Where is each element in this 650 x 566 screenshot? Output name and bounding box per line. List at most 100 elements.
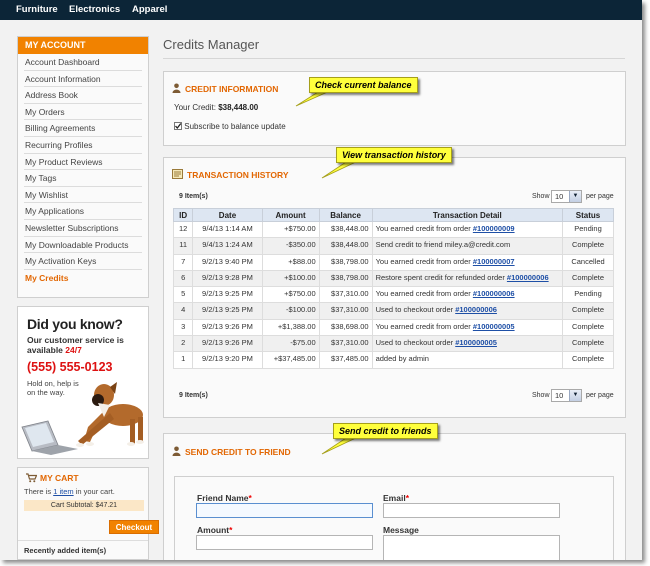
row-date-text: 9/2/13 9:28 PM — [202, 272, 253, 282]
per-page-label: per page — [586, 392, 614, 399]
account-menu-item[interactable]: My Activation Keys — [24, 253, 142, 270]
row-status: Pending — [562, 220, 614, 239]
row-balance: $38,698.00 — [318, 318, 373, 337]
column-header[interactable]: Amount — [261, 208, 320, 222]
account-menu-item[interactable]: My Orders — [24, 104, 142, 121]
row-detail: You earned credit from order #100000009 — [371, 220, 564, 239]
order-link[interactable]: #100000006 — [455, 305, 497, 314]
top-nav: Furniture Electronics Apparel — [0, 0, 642, 20]
cart-summary: There is 1 item in your cart. — [24, 487, 115, 496]
row-amount: -$75.00 — [261, 335, 320, 353]
per-page-select[interactable]: 10 ▼ — [551, 389, 582, 402]
column-header[interactable]: Date — [192, 208, 263, 222]
table-row: 2 9/2/13 9:26 PM -$75.00 $37,310.00 Used to … — [172, 335, 614, 353]
row-date-text: 9/2/13 9:25 PM — [202, 305, 253, 315]
row-balance-text: $38,448.00 — [331, 240, 369, 250]
row-detail: Used to checkout order #100000005 — [371, 335, 564, 353]
send-credit-heading: SEND CREDIT TO FRIEND — [172, 446, 291, 457]
row-amount-text: -$350.00 — [286, 240, 316, 250]
row-detail: Used to checkout order #100000006 — [371, 302, 564, 320]
order-link[interactable]: #100000005 — [473, 322, 515, 331]
row-amount: -$100.00 — [261, 302, 320, 320]
title-divider — [163, 58, 625, 59]
row-balance: $37,310.00 — [318, 302, 373, 320]
row-detail-text: You earned credit from order — [375, 289, 473, 299]
table-row: 1 9/2/13 9:20 PM +$37,485.00 $37,485.00 adde… — [172, 351, 614, 369]
account-menu-item[interactable]: My Tags — [24, 170, 142, 187]
row-amount-text: -$100.00 — [286, 305, 316, 315]
row-detail-text: Restore spent credit for refunded order — [375, 272, 507, 282]
column-header[interactable]: Transaction Detail — [371, 208, 564, 222]
nav-apparel[interactable]: Apparel — [132, 4, 167, 15]
account-menu-item[interactable]: My Credits — [24, 270, 142, 287]
table-row: 6 9/2/13 9:28 PM +$100.00 $38,798.00 Restore… — [172, 269, 614, 288]
row-id-text: 1 — [181, 354, 186, 364]
account-menu-item[interactable]: My Wishlist — [24, 187, 142, 204]
page-frame: Furniture Electronics Apparel MY ACCOUNT… — [0, 0, 642, 560]
account-menu-item[interactable]: Account Dashboard — [24, 54, 142, 71]
message-label: Message — [383, 525, 419, 535]
account-menu-item[interactable]: Recurring Profiles — [24, 137, 142, 154]
row-amount-text: +$1,388.00 — [277, 321, 316, 331]
callout-send-credit: Send credit to friends — [333, 423, 438, 439]
column-header[interactable]: Balance — [318, 208, 373, 222]
account-menu: MY ACCOUNT Account Dashboard Account Info… — [17, 36, 149, 298]
account-menu-item[interactable]: Billing Agreements — [24, 120, 142, 137]
nav-furniture[interactable]: Furniture — [16, 4, 58, 15]
promo-title: Did you know? — [27, 316, 123, 332]
cart-line-prefix: There is — [24, 487, 54, 496]
row-date: 9/2/13 9:20 PM — [192, 351, 263, 369]
message-textarea[interactable] — [383, 535, 560, 560]
promo-line1: Our customer service is — [27, 335, 124, 345]
row-id: 12 — [172, 220, 194, 239]
friend-name-label: Friend Name* — [197, 493, 252, 503]
account-menu-item[interactable]: Account Information — [24, 71, 142, 88]
your-credit: Your Credit: $38,448.00 — [174, 103, 258, 112]
account-menu-item[interactable]: Newsletter Subscriptions — [24, 220, 142, 237]
order-link[interactable]: #100000009 — [473, 224, 515, 233]
account-menu-item[interactable]: My Downloadable Products — [24, 237, 142, 254]
row-amount-text: -$75.00 — [290, 338, 316, 348]
transaction-history-heading: TRANSACTION HISTORY — [172, 169, 289, 180]
column-header[interactable]: ID — [172, 208, 194, 222]
order-link[interactable]: #100000006 — [507, 273, 549, 282]
row-balance: $37,310.00 — [318, 286, 373, 304]
account-menu-item[interactable]: My Product Reviews — [24, 154, 142, 171]
row-id-text: 7 — [181, 256, 186, 266]
nav-electronics[interactable]: Electronics — [69, 4, 120, 15]
row-status-text: Cancelled — [571, 256, 605, 266]
row-status: Complete — [562, 269, 614, 288]
column-header[interactable]: Status — [562, 208, 614, 222]
row-amount-text: +$100.00 — [284, 272, 316, 282]
account-menu-item[interactable]: Address Book — [24, 87, 142, 104]
row-detail: You earned credit from order #100000006 — [371, 286, 564, 304]
per-page-value: 10 — [555, 391, 564, 400]
checkout-button[interactable]: Checkout — [109, 520, 159, 534]
row-balance-text: $38,798.00 — [331, 272, 369, 282]
account-menu-item[interactable]: My Applications — [24, 203, 142, 220]
callout-view-history: View transaction history — [336, 147, 452, 163]
email-input[interactable] — [383, 503, 560, 518]
recently-added-heading: Recently added item(s) — [18, 540, 148, 560]
row-id: 7 — [172, 253, 194, 271]
order-link[interactable]: #100000006 — [473, 289, 515, 298]
amount-input[interactable] — [196, 535, 373, 550]
subscribe-checkbox[interactable] — [174, 122, 182, 130]
order-link[interactable]: #100000007 — [473, 257, 515, 266]
cart-item-link[interactable]: 1 item — [53, 487, 73, 496]
row-amount: +$1,388.00 — [261, 318, 320, 337]
per-page-select[interactable]: 10 ▼ — [551, 190, 582, 203]
table-row: 12 9/4/13 1:14 AM +$750.00 $38,448.00 You ea… — [172, 220, 614, 239]
per-page-value: 10 — [555, 192, 564, 201]
account-menu-list: Account Dashboard Account Information Addr… — [18, 54, 148, 286]
send-credit-heading-text: SEND CREDIT TO FRIEND — [185, 447, 291, 457]
row-detail-text: Send credit to friend miley.a@credit.com — [375, 240, 511, 250]
friend-name-input[interactable] — [196, 503, 373, 518]
row-id-text: 5 — [181, 289, 186, 299]
row-date-text: 9/2/13 9:20 PM — [202, 354, 253, 364]
row-date-text: 9/2/13 9:26 PM — [202, 338, 253, 348]
order-link[interactable]: #100000005 — [455, 338, 497, 347]
row-status: Complete — [562, 335, 614, 353]
row-amount: -$350.00 — [261, 237, 320, 255]
row-detail: You earned credit from order #100000007 — [371, 253, 564, 271]
